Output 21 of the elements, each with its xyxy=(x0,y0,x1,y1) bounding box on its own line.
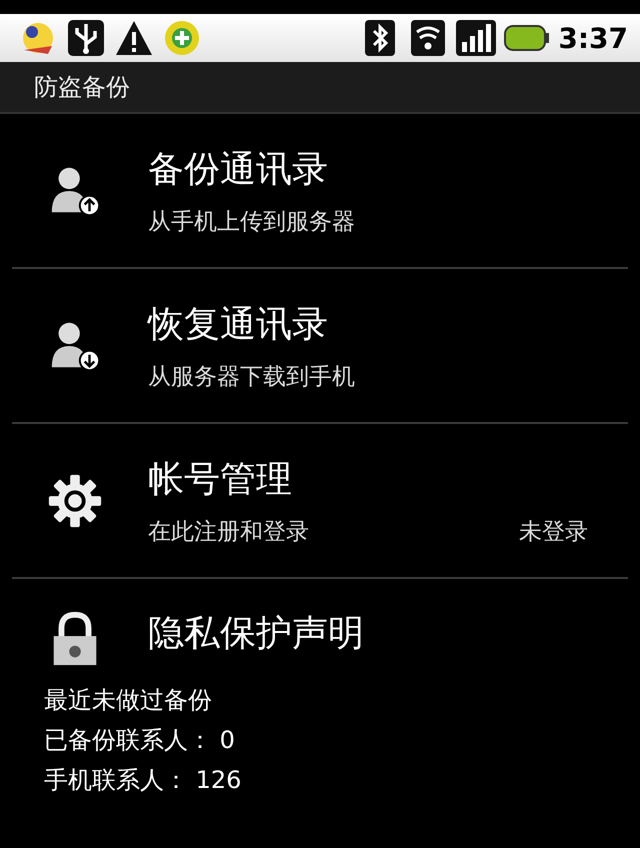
item-title: 帐号管理 xyxy=(148,458,293,502)
backup-info-text: 手机联系人： 126 xyxy=(44,765,242,796)
clock-time: 3:37 xyxy=(558,22,628,54)
menu-item[interactable]: 恢复通讯录 从服务器下载到手机 xyxy=(12,269,628,424)
item-subtitle: 从服务器下载到手机 xyxy=(148,362,355,392)
login-status: 未登录 xyxy=(519,518,588,546)
backup-info-text: 已备份联系人： 0 xyxy=(44,725,236,756)
backup-info-text: 最近未做过备份 xyxy=(44,685,213,716)
signal-icon xyxy=(456,18,496,58)
item-title: 备份通讯录 xyxy=(148,148,329,192)
window-title: 防盗备份 xyxy=(34,72,130,103)
item-subtitle: 从手机上传到服务器 xyxy=(148,208,355,236)
menu-item[interactable]: 帐号管理 在此注册和登录 未登录 xyxy=(12,424,628,579)
item-title: 隐私保护声明 xyxy=(148,612,365,656)
item-title: 恢复通讯录 xyxy=(148,302,329,346)
menu-item[interactable]: 隐私保护声明 xyxy=(12,579,628,684)
battery-icon xyxy=(504,23,550,53)
item-subtitle: 在此注册和登录 xyxy=(148,518,309,546)
usb-icon xyxy=(66,18,106,58)
menu-item[interactable]: 备份通讯录 从手机上传到服务器 xyxy=(12,114,628,269)
plus-badge-icon xyxy=(162,18,202,58)
